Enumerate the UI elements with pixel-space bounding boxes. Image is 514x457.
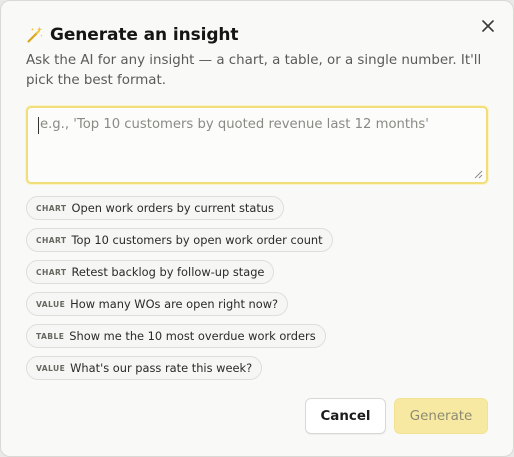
dialog-header: Generate an insight — [26, 23, 239, 47]
dialog-title: Generate an insight — [50, 25, 239, 45]
magic-wand-icon — [27, 26, 43, 43]
suggestion-chip[interactable]: TABLE Show me the 10 most overdue work o… — [26, 324, 326, 348]
suggestion-chip[interactable]: CHART Retest backlog by follow-up stage — [26, 260, 275, 284]
chip-type-tag: VALUE — [36, 299, 66, 309]
generate-button[interactable]: Generate — [394, 398, 488, 434]
suggestion-chip[interactable]: VALUE What's our pass rate this week? — [26, 356, 263, 380]
chip-label: What's our pass rate this week? — [70, 361, 253, 375]
chip-type-tag: TABLE — [36, 331, 65, 341]
suggestion-chip[interactable]: CHART Top 10 customers by open work orde… — [26, 228, 333, 252]
suggestion-chip[interactable]: CHART Open work orders by current status — [26, 196, 284, 220]
chip-type-tag: VALUE — [36, 363, 66, 373]
text-caret — [38, 117, 39, 134]
prompt-field[interactable] — [26, 106, 488, 184]
suggestion-chip[interactable]: VALUE How many WOs are open right now? — [26, 292, 289, 316]
chip-label: Retest backlog by follow-up stage — [71, 265, 265, 279]
chip-label: Open work orders by current status — [71, 201, 274, 215]
close-button[interactable] — [477, 15, 499, 37]
dialog-subtitle: Ask the AI for any insight — a chart, a … — [26, 53, 482, 88]
prompt-input[interactable] — [28, 108, 486, 182]
chip-type-tag: CHART — [36, 203, 67, 213]
resize-handle-icon[interactable] — [474, 170, 483, 179]
close-icon — [482, 20, 494, 32]
chip-label: How many WOs are open right now? — [70, 297, 279, 311]
chip-label: Show me the 10 most overdue work orders — [69, 329, 316, 343]
generate-insight-dialog: Generate an insight Ask the AI for any i… — [0, 0, 514, 457]
chip-type-tag: CHART — [36, 235, 67, 245]
cancel-button[interactable]: Cancel — [305, 398, 386, 434]
chip-type-tag: CHART — [36, 267, 67, 277]
chip-label: Top 10 customers by open work order coun… — [71, 233, 323, 247]
